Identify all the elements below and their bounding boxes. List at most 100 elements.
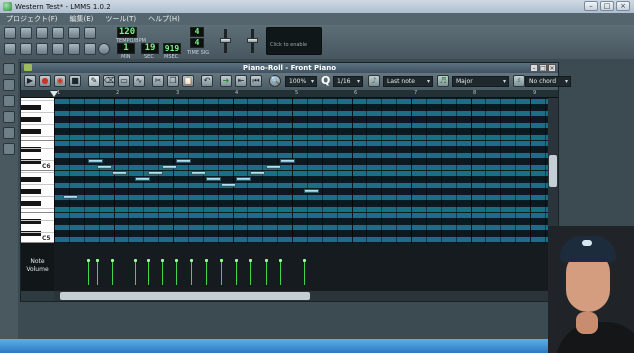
- note-grid[interactable]: [54, 98, 548, 243]
- oscilloscope-widget[interactable]: Click to enable: [266, 27, 322, 55]
- note-volume-bar[interactable]: [280, 260, 281, 285]
- my-home-icon[interactable]: [3, 111, 15, 123]
- note-block[interactable]: [176, 159, 191, 163]
- note-volume-handle[interactable]: [279, 259, 282, 262]
- undo-icon[interactable]: ↶: [201, 75, 213, 87]
- open-project-icon[interactable]: [36, 27, 48, 39]
- note-volume-handle[interactable]: [161, 259, 164, 262]
- note-volume-bar[interactable]: [135, 260, 136, 285]
- my-presets-icon[interactable]: [3, 95, 15, 107]
- my-projects-icon[interactable]: [3, 63, 15, 75]
- note-block[interactable]: [148, 171, 163, 175]
- automation-editor-icon[interactable]: [52, 43, 64, 55]
- erase-mode-icon[interactable]: ⌫: [103, 75, 115, 87]
- piano-keyboard[interactable]: C6 C5: [21, 98, 54, 243]
- zoom-select[interactable]: 100%: [285, 76, 317, 87]
- vertical-scrollbar-thumb[interactable]: [549, 155, 557, 187]
- computer-icon[interactable]: [3, 143, 15, 155]
- playhead-marker-icon[interactable]: [50, 91, 58, 97]
- note-volume-bar[interactable]: [162, 260, 163, 285]
- black-key[interactable]: [21, 104, 41, 110]
- menu-edit[interactable]: 編集(E): [64, 14, 100, 24]
- note-block[interactable]: [266, 165, 281, 169]
- menu-tools[interactable]: ツール(T): [99, 14, 142, 24]
- note-volume-bar[interactable]: [266, 260, 267, 285]
- note-length-select[interactable]: Last note: [383, 76, 433, 87]
- chord-select[interactable]: No chord: [525, 76, 571, 87]
- tempo-display[interactable]: 120: [117, 27, 137, 38]
- play-icon[interactable]: ▶: [24, 75, 36, 87]
- note-volume-bar[interactable]: [176, 260, 177, 285]
- song-editor-icon[interactable]: [4, 43, 16, 55]
- root-directory-icon[interactable]: [3, 127, 15, 139]
- menu-help[interactable]: ヘルプ(H): [142, 14, 186, 24]
- note-block[interactable]: [206, 177, 221, 181]
- new-project-icon[interactable]: [4, 27, 16, 39]
- note-volume-handle[interactable]: [175, 259, 178, 262]
- note-volume-bar[interactable]: [112, 260, 113, 285]
- vertical-scrollbar[interactable]: [548, 98, 558, 243]
- note-block[interactable]: [63, 195, 78, 199]
- note-volume-handle[interactable]: [220, 259, 223, 262]
- draw-mode-pencil-icon[interactable]: ✎: [88, 75, 100, 87]
- timeline-ruler[interactable]: 1 2 3 4 5 6 7 8 9: [21, 90, 558, 98]
- note-block[interactable]: [280, 159, 295, 163]
- master-pitch-slider[interactable]: [247, 38, 258, 43]
- note-volume-handle[interactable]: [249, 259, 252, 262]
- piano-roll-minimize-button[interactable]: –: [530, 64, 538, 72]
- paste-icon[interactable]: 📋: [182, 75, 194, 87]
- maximize-button[interactable]: □: [600, 1, 614, 11]
- note-volume-bar[interactable]: [97, 260, 98, 285]
- note-volume-handle[interactable]: [134, 259, 137, 262]
- note-volume-bar[interactable]: [206, 260, 207, 285]
- record-icon[interactable]: ●: [39, 75, 51, 87]
- note-volume-handle[interactable]: [303, 259, 306, 262]
- note-block[interactable]: [236, 177, 251, 181]
- fx-mixer-icon[interactable]: [68, 43, 80, 55]
- jump-back-icon[interactable]: ⇤: [235, 75, 247, 87]
- note-volume-bar[interactable]: [236, 260, 237, 285]
- black-key[interactable]: [21, 188, 41, 194]
- note-volume-bar[interactable]: [221, 260, 222, 285]
- note-volume-handle[interactable]: [265, 259, 268, 262]
- cut-icon[interactable]: ✂: [152, 75, 164, 87]
- time-sig-denominator[interactable]: 4: [190, 38, 204, 48]
- quantize-select[interactable]: 1/16: [333, 76, 363, 87]
- note-volume-bar[interactable]: [148, 260, 149, 285]
- note-block[interactable]: [88, 159, 103, 163]
- time-sig-numerator[interactable]: 4: [190, 27, 204, 37]
- stop-icon[interactable]: ■: [69, 75, 81, 87]
- piano-roll-close-button[interactable]: ×: [548, 64, 556, 72]
- note-volume-handle[interactable]: [190, 259, 193, 262]
- note-block[interactable]: [97, 165, 112, 169]
- note-block[interactable]: [250, 171, 265, 175]
- go-to-start-icon[interactable]: ⏮: [250, 75, 262, 87]
- note-block[interactable]: [191, 171, 206, 175]
- note-volume-handle[interactable]: [87, 259, 90, 262]
- menu-project[interactable]: プロジェクト(F): [0, 14, 64, 24]
- note-volume-bar[interactable]: [88, 260, 89, 285]
- note-volume-handle[interactable]: [96, 259, 99, 262]
- black-key[interactable]: [21, 116, 41, 122]
- note-block[interactable]: [304, 189, 319, 193]
- recent-projects-icon[interactable]: [52, 27, 64, 39]
- note-volume-handle[interactable]: [111, 259, 114, 262]
- project-notes-icon[interactable]: [84, 43, 96, 55]
- horizontal-scrollbar[interactable]: [54, 291, 558, 301]
- new-from-template-icon[interactable]: [20, 27, 32, 39]
- note-volume-handle[interactable]: [235, 259, 238, 262]
- note-volume-grid[interactable]: [54, 243, 548, 291]
- master-volume-slider[interactable]: [220, 38, 231, 43]
- controller-rack-icon[interactable]: [98, 43, 110, 55]
- black-key[interactable]: [21, 200, 41, 206]
- note-volume-bar[interactable]: [304, 260, 305, 285]
- detune-mode-icon[interactable]: ∿: [133, 75, 145, 87]
- note-block[interactable]: [162, 165, 177, 169]
- note-volume-bar[interactable]: [250, 260, 251, 285]
- my-samples-icon[interactable]: [3, 79, 15, 91]
- export-project-icon[interactable]: [84, 27, 96, 39]
- piano-roll-icon[interactable]: [36, 43, 48, 55]
- piano-roll-maximize-button[interactable]: □: [539, 64, 547, 72]
- close-button[interactable]: ×: [616, 1, 630, 11]
- save-project-icon[interactable]: [68, 27, 80, 39]
